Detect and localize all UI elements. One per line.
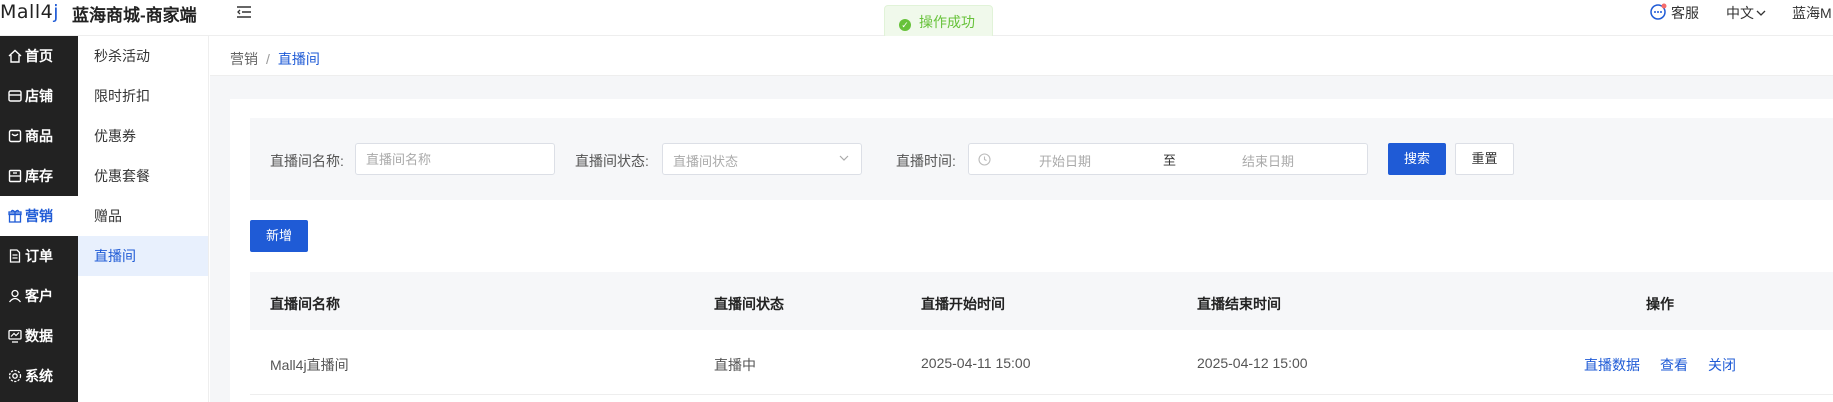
live-time-range-picker[interactable]: 开始日期 至 结束日期: [968, 143, 1368, 175]
language-label: 中文: [1726, 5, 1754, 21]
language-switcher[interactable]: 中文: [1726, 3, 1766, 23]
app-title: 蓝海商城-商家端: [72, 6, 197, 25]
logo: Mall4j: [0, 0, 59, 36]
column-header-status: 直播间状态: [714, 296, 784, 312]
breadcrumb-parent[interactable]: 营销: [230, 51, 258, 67]
chevron-down-icon: [1756, 10, 1766, 16]
row-live-room-status: 直播中: [714, 357, 756, 373]
gift-icon: [8, 209, 22, 223]
logo-text: Mall4: [0, 1, 54, 23]
column-header-start-time: 直播开始时间: [921, 296, 1005, 312]
submenu-item-flash-sale[interactable]: 秒杀活动: [78, 36, 208, 76]
toast-message: 操作成功: [919, 14, 975, 30]
row-end-time: 2025-04-12 15:00: [1197, 355, 1308, 371]
store-icon: [8, 90, 22, 102]
main-sidebar: 首页 店铺 商品 库存 营销 订单 客户 数据 系统: [0, 36, 78, 402]
breadcrumb-current: 直播间: [277, 51, 320, 67]
sidebar-item-label: 库存: [25, 168, 53, 184]
customer-service-link[interactable]: 客服: [1671, 3, 1699, 23]
submenu-item-live-room[interactable]: 直播间: [78, 236, 208, 276]
sidebar-item-label: 系统: [25, 368, 53, 384]
clock-icon: [978, 153, 991, 166]
sidebar-item-label: 订单: [25, 248, 53, 264]
sidebar-item-store[interactable]: 店铺: [0, 76, 78, 116]
live-room-status-select[interactable]: 直播间状态: [662, 143, 862, 175]
status-select-placeholder: 直播间状态: [673, 154, 739, 169]
live-time-label: 直播时间:: [896, 153, 956, 169]
submenu-item-gift[interactable]: 赠品: [78, 196, 208, 236]
start-date-placeholder: 开始日期: [1039, 154, 1092, 169]
sidebar-item-orders[interactable]: 订单: [0, 236, 78, 276]
column-header-actions: 操作: [1646, 296, 1674, 312]
product-icon: [8, 129, 22, 143]
sidebar-item-home[interactable]: 首页: [0, 36, 78, 76]
view-link[interactable]: 查看: [1660, 355, 1688, 375]
range-separator: 至: [1163, 153, 1177, 168]
sidebar-item-marketing[interactable]: 营销: [0, 196, 78, 236]
order-icon: [9, 249, 21, 263]
success-toast: ✓ 操作成功: [884, 5, 993, 39]
submenu-item-discount[interactable]: 限时折扣: [78, 76, 208, 116]
marketing-submenu: 秒杀活动 限时折扣 优惠券 优惠套餐 赠品 直播间: [78, 36, 209, 402]
sidebar-item-data[interactable]: 数据: [0, 316, 78, 356]
sidebar-item-customers[interactable]: 客户: [0, 276, 78, 316]
live-data-link[interactable]: 直播数据: [1584, 355, 1640, 375]
column-header-name: 直播间名称: [270, 296, 340, 312]
end-date-placeholder: 结束日期: [1242, 154, 1295, 169]
settings-icon: [8, 369, 22, 383]
breadcrumb-separator: /: [266, 51, 270, 67]
live-room-name-label: 直播间名称:: [270, 153, 344, 169]
submenu-item-coupon[interactable]: 优惠券: [78, 116, 208, 156]
table-header: [250, 272, 1833, 330]
search-button[interactable]: 搜索: [1388, 143, 1446, 175]
row-live-room-name: Mall4j直播间: [270, 357, 349, 373]
customer-service-icon[interactable]: [1649, 3, 1667, 21]
reset-button[interactable]: 重置: [1455, 143, 1514, 175]
sidebar-item-label: 营销: [25, 208, 53, 224]
column-header-end-time: 直播结束时间: [1197, 296, 1281, 312]
breadcrumb: 营销 / 直播间: [230, 49, 320, 69]
logo-text-accent: j: [53, 1, 59, 23]
sidebar-item-label: 首页: [25, 48, 53, 64]
chevron-down-icon: [839, 155, 849, 161]
submenu-item-package[interactable]: 优惠套餐: [78, 156, 208, 196]
sidebar-item-inventory[interactable]: 库存: [0, 156, 78, 196]
breadcrumb-bar: 营销 / 直播间: [210, 36, 1833, 76]
home-icon: [8, 49, 22, 63]
close-link[interactable]: 关闭: [1708, 355, 1736, 375]
live-room-name-input[interactable]: [355, 143, 555, 175]
data-icon: [8, 329, 22, 343]
sidebar-item-label: 店铺: [25, 88, 53, 104]
sidebar-item-label: 数据: [25, 328, 53, 344]
row-start-time: 2025-04-11 15:00: [921, 355, 1031, 371]
customer-icon: [8, 289, 22, 303]
check-circle-icon: ✓: [899, 19, 911, 31]
user-menu[interactable]: 蓝海M: [1792, 3, 1832, 23]
sidebar-item-label: 客户: [25, 288, 53, 304]
add-button[interactable]: 新增: [250, 220, 308, 252]
menu-collapse-icon[interactable]: [235, 3, 253, 21]
sidebar-item-product[interactable]: 商品: [0, 116, 78, 156]
live-room-status-label: 直播间状态:: [575, 153, 649, 169]
sidebar-item-label: 商品: [25, 128, 53, 144]
inventory-icon: [8, 169, 22, 183]
sidebar-item-system[interactable]: 系统: [0, 356, 78, 396]
